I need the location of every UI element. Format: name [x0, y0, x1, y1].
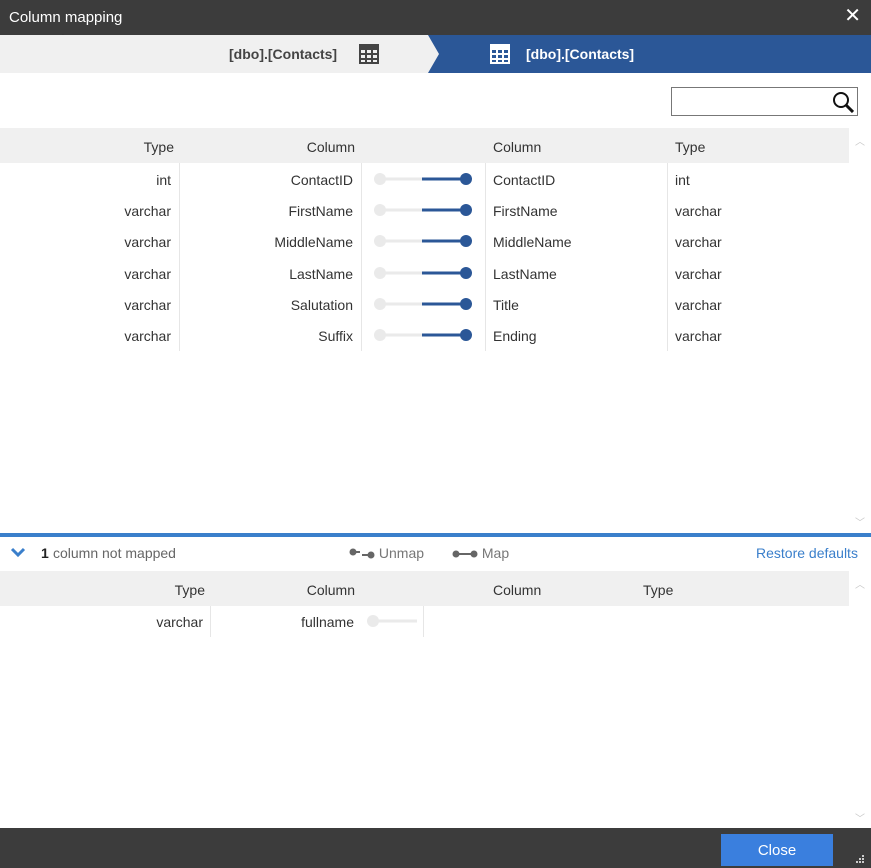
scroll-down-icon[interactable]: ﹀: [855, 810, 865, 825]
mapped-row[interactable]: int ContactID ContactID int: [0, 164, 849, 195]
source-column: Suffix: [318, 328, 353, 344]
map-button[interactable]: Map: [452, 545, 509, 561]
search-input[interactable]: [671, 87, 858, 116]
target-column: MiddleName: [493, 234, 572, 250]
target-type: varchar: [675, 203, 722, 219]
header-source-type: Type: [143, 139, 174, 155]
search-icon: [833, 92, 854, 113]
source-column: LastName: [289, 266, 353, 282]
mapped-link-icon[interactable]: [373, 266, 473, 280]
source-type: varchar: [124, 328, 171, 344]
mapped-row[interactable]: varchar FirstName FirstName varchar: [0, 195, 849, 226]
target-type: varchar: [675, 297, 722, 313]
table-icon: [359, 44, 379, 64]
close-icon[interactable]: ✕: [844, 5, 861, 27]
unmapped-count: 1: [41, 545, 49, 561]
mapped-row[interactable]: varchar MiddleName MiddleName varchar: [0, 226, 849, 257]
target-column: LastName: [493, 266, 557, 282]
resize-grip-icon[interactable]: [855, 854, 865, 864]
target-column: FirstName: [493, 203, 558, 219]
source-table-name: [dbo].[Contacts]: [229, 46, 338, 62]
source-type: varchar: [156, 614, 203, 630]
close-button[interactable]: Close: [721, 834, 833, 866]
unmap-button[interactable]: Unmap: [349, 545, 424, 561]
mapped-link-icon[interactable]: [373, 234, 473, 248]
title-bar: Column mapping ✕: [0, 0, 871, 35]
scroll-up-icon[interactable]: ︿: [855, 576, 865, 591]
mapped-link-icon[interactable]: [373, 328, 473, 342]
source-type: int: [156, 172, 171, 188]
map-icon: [452, 550, 478, 558]
header-source-column: Column: [306, 582, 355, 598]
table-icon: [490, 44, 510, 64]
target-column: ContactID: [493, 172, 556, 188]
source-column: fullname: [301, 614, 354, 630]
header-target-column: Column: [493, 139, 542, 155]
mapped-link-icon[interactable]: [373, 203, 473, 217]
header-target-type: Type: [643, 582, 674, 598]
source-type: varchar: [124, 234, 171, 250]
mapped-row[interactable]: varchar Salutation Title varchar: [0, 289, 849, 320]
mapped-link-icon[interactable]: [373, 297, 473, 311]
source-type: varchar: [124, 266, 171, 282]
chevron-down-icon[interactable]: [10, 544, 26, 560]
unmapped-link-icon[interactable]: [366, 614, 420, 628]
target-column: Title: [493, 297, 519, 313]
unmapped-label: column not mapped: [53, 545, 176, 561]
mapped-grid-header: Type Column Column Type: [0, 128, 849, 163]
header-target-type: Type: [675, 139, 706, 155]
window-title: Column mapping: [9, 9, 123, 26]
target-type: varchar: [675, 266, 722, 282]
header-source-column: Column: [306, 139, 355, 155]
mapped-row[interactable]: varchar LastName LastName varchar: [0, 258, 849, 289]
header-target-column: Column: [493, 582, 542, 598]
target-type: varchar: [675, 328, 722, 344]
target-table-name: [dbo].[Contacts]: [526, 46, 635, 62]
source-column: MiddleName: [274, 234, 353, 250]
scroll-up-icon[interactable]: ︿: [855, 133, 865, 148]
source-column: ContactID: [290, 172, 353, 188]
source-column: FirstName: [288, 203, 353, 219]
dialog-footer: Close: [0, 828, 871, 868]
unmapped-row[interactable]: varchar fullname: [0, 606, 849, 637]
unmapped-toolbar: 1 column not mapped Unmap Map Restore de…: [0, 537, 871, 571]
map-label: Map: [481, 545, 510, 561]
unmap-label: Unmap: [378, 545, 425, 561]
target-type: varchar: [675, 234, 722, 250]
mapped-row[interactable]: varchar Suffix Ending varchar: [0, 320, 849, 351]
source-column: Salutation: [290, 297, 353, 313]
unmapped-grid-header: Type Column Column Type: [0, 571, 849, 606]
source-type: varchar: [124, 203, 171, 219]
target-column: Ending: [493, 328, 537, 344]
target-type: int: [675, 172, 690, 188]
scroll-down-icon[interactable]: ﹀: [855, 514, 865, 529]
source-type: varchar: [124, 297, 171, 313]
unmap-icon: [349, 548, 375, 559]
table-header-strip: [dbo].[Contacts] [dbo].[Contacts]: [0, 35, 871, 73]
header-source-type: Type: [174, 582, 205, 598]
restore-defaults-link[interactable]: Restore defaults: [756, 545, 858, 561]
mapped-link-icon[interactable]: [373, 172, 473, 186]
